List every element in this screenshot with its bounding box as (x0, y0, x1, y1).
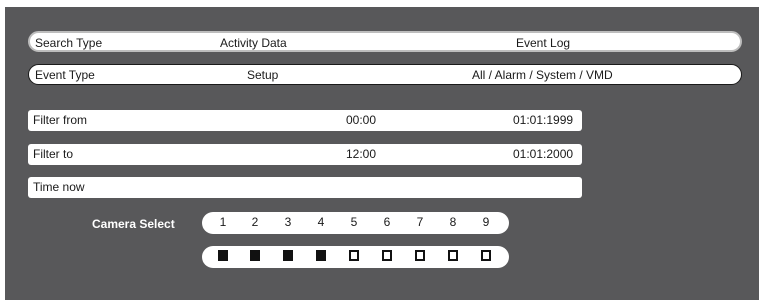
filter-to-row[interactable]: Filter to 12:00 01:01:2000 (28, 144, 582, 165)
search-type-label: Search Type (35, 36, 103, 50)
camera-number[interactable]: 6 (379, 215, 395, 229)
camera-number[interactable]: 5 (346, 215, 362, 229)
search-type-option-event-log[interactable]: Event Log (516, 36, 570, 50)
filter-to-date[interactable]: 01:01:2000 (513, 147, 573, 161)
camera-number[interactable]: 7 (412, 215, 428, 229)
filter-from-row[interactable]: Filter from 00:00 01:01:1999 (28, 110, 582, 131)
search-type-row[interactable]: Search Type Activity Data Event Log (28, 31, 742, 52)
time-now-row: Time now (28, 177, 582, 198)
camera-number[interactable]: 3 (280, 215, 296, 229)
camera-checkbox[interactable] (415, 250, 425, 261)
filter-from-time[interactable]: 00:00 (346, 113, 376, 127)
camera-checkbox-strip (202, 246, 509, 268)
time-now-label: Time now (33, 180, 85, 194)
event-type-row[interactable]: Event Type Setup All / Alarm / System / … (28, 64, 742, 85)
filter-from-label: Filter from (33, 113, 87, 127)
camera-number[interactable]: 1 (215, 215, 231, 229)
camera-checkbox[interactable] (316, 250, 326, 261)
camera-checkbox[interactable] (481, 250, 491, 261)
filter-to-time[interactable]: 12:00 (346, 147, 376, 161)
camera-number[interactable]: 9 (478, 215, 494, 229)
camera-number-strip: 1 2 3 4 5 6 7 8 9 (202, 212, 509, 234)
event-type-label: Event Type (35, 68, 95, 82)
camera-select-label: Camera Select (92, 217, 175, 231)
camera-checkbox[interactable] (250, 250, 260, 261)
event-type-option-setup[interactable]: Setup (247, 68, 278, 82)
filter-to-label: Filter to (33, 147, 74, 161)
camera-checkbox[interactable] (349, 250, 359, 261)
camera-number[interactable]: 8 (445, 215, 461, 229)
camera-checkbox[interactable] (448, 250, 458, 261)
camera-number[interactable]: 2 (247, 215, 263, 229)
camera-checkbox[interactable] (382, 250, 392, 261)
camera-checkbox[interactable] (218, 250, 228, 261)
camera-number[interactable]: 4 (313, 215, 329, 229)
filter-from-date[interactable]: 01:01:1999 (513, 113, 573, 127)
event-type-option-all[interactable]: All / Alarm / System / VMD (472, 68, 613, 82)
camera-checkbox[interactable] (283, 250, 293, 261)
search-type-option-activity-data[interactable]: Activity Data (220, 36, 287, 50)
